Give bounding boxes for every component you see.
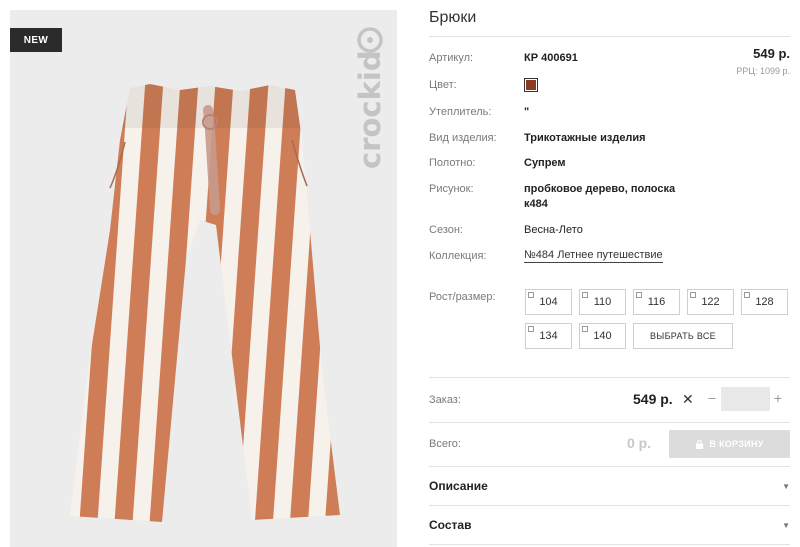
composition-accordion-label: Состав [429, 518, 472, 532]
chevron-down-icon: ▼ [782, 481, 790, 491]
size-checkbox-icon [690, 292, 696, 298]
order-divider [429, 377, 790, 378]
size-option-label: 140 [593, 330, 612, 342]
description-accordion-label: Описание [429, 479, 488, 493]
product-photo [70, 84, 340, 522]
lock-icon [696, 439, 704, 449]
size-option-label: 122 [701, 296, 720, 308]
size-checkbox-icon [636, 292, 642, 298]
fabric-label: Полотно: [429, 157, 476, 169]
insulation-label: Утеплитель: [429, 106, 492, 118]
size-option-116[interactable]: 116 [633, 289, 680, 315]
title-divider [429, 36, 790, 37]
size-option-label: 110 [593, 296, 612, 308]
type-label: Вид изделия: [429, 132, 497, 144]
color-swatch-fill [526, 80, 536, 90]
size-option-label: 128 [755, 296, 774, 308]
brand-logo-icon: crockid [353, 27, 387, 169]
insulation-value: " [524, 106, 530, 118]
size-checkbox-icon [582, 326, 588, 332]
composition-accordion[interactable]: Состав ▼ [429, 513, 790, 537]
size-option-label: 104 [539, 296, 558, 308]
order-unit-price: 549 р. [633, 391, 673, 407]
size-option-110[interactable]: 110 [579, 289, 626, 315]
add-to-cart-label: В КОРЗИНУ [709, 439, 764, 449]
quantity-decrease-button[interactable]: − [706, 390, 718, 406]
fabric-value: Супрем [524, 157, 566, 169]
order-label: Заказ: [429, 394, 461, 406]
color-label: Цвет: [429, 79, 457, 91]
times-icon: ✕ [682, 391, 694, 407]
season-value: Весна-Лето [524, 224, 583, 236]
size-option-label: 116 [647, 296, 666, 308]
size-option-134[interactable]: 134 [525, 323, 572, 349]
size-checkbox-icon [744, 292, 750, 298]
size-label: Рост/размер: [429, 291, 496, 303]
pattern-value-line2: к484 [524, 198, 548, 210]
pattern-label: Рисунок: [429, 183, 474, 195]
total-divider [429, 422, 790, 423]
description-divider [429, 505, 790, 506]
svg-text:crockid: crockid [353, 50, 387, 169]
select-all-sizes-button[interactable]: ВЫБРАТЬ ВСЕ [633, 323, 733, 349]
pattern-value-line1: пробковое дерево, полоска [524, 183, 676, 195]
size-checkbox-icon [582, 292, 588, 298]
total-label: Всего: [429, 438, 461, 450]
product-title: Брюки [429, 9, 477, 26]
total-value: 0 р. [627, 435, 652, 451]
type-value: Трикотажные изделия [524, 132, 646, 144]
collection-link[interactable]: №484 Летнее путешествие [524, 249, 663, 263]
rrp-price: РРЦ: 1099 р. [736, 66, 790, 76]
quantity-input[interactable] [721, 387, 770, 411]
season-label: Сезон: [429, 224, 463, 236]
size-checkbox-icon [528, 326, 534, 332]
cart-divider [429, 466, 790, 467]
size-option-128[interactable]: 128 [741, 289, 788, 315]
new-badge: NEW [10, 28, 62, 52]
color-swatch[interactable] [524, 78, 538, 92]
quantity-increase-button[interactable]: + [772, 390, 784, 406]
chevron-down-icon: ▼ [782, 520, 790, 530]
description-accordion[interactable]: Описание ▼ [429, 474, 790, 498]
article-value: КР 400691 [524, 52, 578, 64]
composition-divider [429, 544, 790, 545]
collection-label: Коллекция: [429, 250, 487, 262]
article-label: Артикул: [429, 52, 474, 64]
size-option-label: 134 [539, 330, 558, 342]
size-checkbox-icon [528, 292, 534, 298]
size-option-104[interactable]: 104 [525, 289, 572, 315]
size-option-140[interactable]: 140 [579, 323, 626, 349]
add-to-cart-button[interactable]: В КОРЗИНУ [669, 430, 790, 458]
size-option-122[interactable]: 122 [687, 289, 734, 315]
product-price: 549 р. [753, 46, 790, 61]
product-image-panel[interactable]: NEW crockid [10, 10, 397, 547]
